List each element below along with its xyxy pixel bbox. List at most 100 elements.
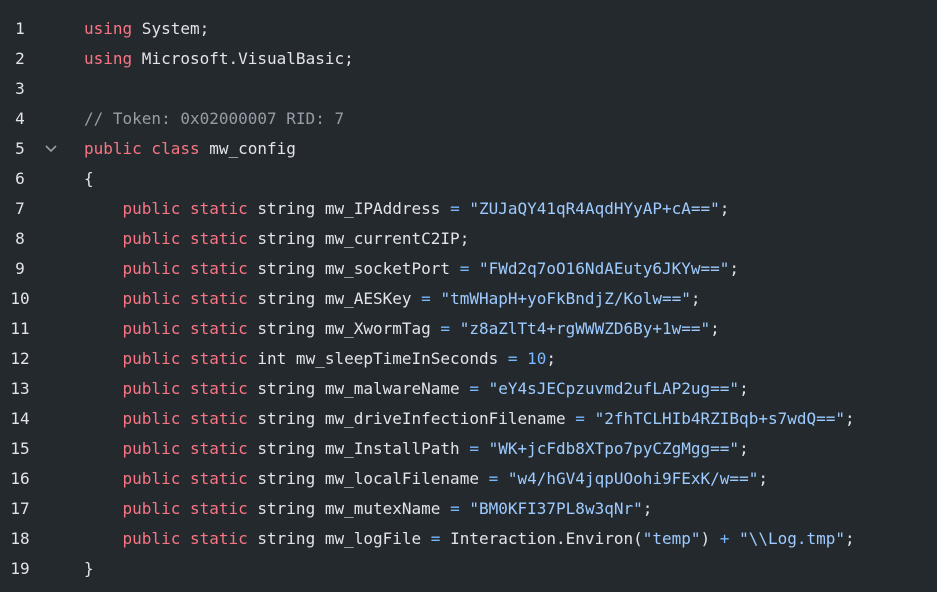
code-text: public static string mw_logFile = Intera…	[84, 524, 855, 554]
code-token: "z8aZlTt4+rgWWWZD6By+1w=="	[459, 319, 711, 338]
code-token: string mw_mutexName	[247, 499, 451, 518]
line-number: 3	[15, 79, 25, 98]
code-token: "w4/hGV4jqpUOohi9FExK/w=="	[507, 469, 759, 488]
code-text: public class mw_config	[84, 134, 296, 164]
code-token: public static	[122, 349, 248, 368]
code-token: ;	[719, 199, 730, 218]
code-token: "BM0KFI37PL8w3qNr"	[469, 499, 643, 518]
code-token: string mw_logFile	[247, 529, 431, 548]
code-token: public static	[122, 259, 248, 278]
code-token: "WK+jcFdb8XTpo7pyCZgMgg=="	[488, 439, 740, 458]
line-number: 2	[15, 49, 25, 68]
code-token: "temp"	[642, 529, 701, 548]
code-token: public static	[122, 289, 248, 308]
code-text: public static string mw_localFilename = …	[84, 464, 768, 494]
code-token: string mw_IPAddress	[247, 199, 451, 218]
code-token: "2fhTCLHIb4RZIBqb+s7wdQ=="	[594, 409, 846, 428]
line-number: 7	[15, 199, 25, 218]
code-token: mw_config	[199, 139, 296, 158]
code-text: public static string mw_IPAddress = "ZUJ…	[84, 194, 730, 224]
line-number: 4	[15, 109, 25, 128]
code-line: 12 public static int mw_sleepTimeInSecon…	[0, 344, 937, 374]
line-number: 1	[15, 19, 25, 38]
code-token: System;	[132, 19, 210, 38]
code-token: =	[459, 259, 470, 278]
code-line: 18 public static string mw_logFile = Int…	[0, 524, 937, 554]
code-text: public static string mw_mutexName = "BM0…	[84, 494, 653, 524]
line-number: 12	[10, 349, 30, 368]
code-token: =	[450, 199, 460, 218]
code-text: using System;	[84, 14, 209, 44]
code-editor: 1 using System; 2 using Microsoft.VisualBas…	[0, 0, 937, 592]
code-token: public class	[84, 139, 200, 158]
code-token: =	[430, 529, 441, 548]
code-token: public static	[122, 199, 248, 218]
line-number: 17	[10, 499, 30, 518]
code-text: public static string mw_socketPort = "FW…	[84, 254, 740, 284]
code-text: public static string mw_driveInfectionFi…	[84, 404, 855, 434]
code-token: =	[575, 409, 585, 428]
code-token: "\\Log.tmp"	[739, 529, 846, 548]
code-token: public static	[122, 409, 248, 428]
code-token: }	[84, 559, 94, 578]
code-line: 17 public static string mw_mutexName = "…	[0, 494, 937, 524]
code-token: "FWd2q7oO16NdAEuty6JKYw=="	[478, 259, 730, 278]
code-line: 15 public static string mw_InstallPath =…	[0, 434, 937, 464]
code-token: string mw_malwareName	[247, 379, 470, 398]
code-token: ;	[546, 349, 557, 368]
chevron-down-icon[interactable]	[44, 134, 64, 164]
code-token: string mw_driveInfectionFilename	[247, 409, 576, 428]
line-number: 19	[10, 559, 30, 578]
code-token: string mw_XwormTag	[247, 319, 441, 338]
code-token: public static	[122, 229, 248, 248]
code-token: =	[469, 439, 479, 458]
code-text: }	[84, 554, 94, 584]
code-token: =	[440, 319, 451, 338]
code-line: 7 public static string mw_IPAddress = "Z…	[0, 194, 937, 224]
line-number: 8	[15, 229, 25, 248]
code-token: string mw_socketPort	[247, 259, 460, 278]
code-text: {	[84, 164, 94, 194]
code-text: public static string mw_AESKey = "tmWHap…	[84, 284, 701, 314]
code-token: using	[84, 49, 133, 68]
code-text: public static int mw_sleepTimeInSeconds …	[84, 344, 557, 374]
code-line: 11 public static string mw_XwormTag = "z…	[0, 314, 937, 344]
code-token: ;	[758, 469, 768, 488]
line-number: 16	[10, 469, 30, 488]
code-token: ;	[845, 409, 855, 428]
line-number: 6	[15, 169, 25, 188]
code-token: ;	[845, 529, 855, 548]
code-line: 9 public static string mw_socketPort = "…	[0, 254, 937, 284]
code-line: 3	[0, 74, 937, 104]
code-line: 10 public static string mw_AESKey = "tmW…	[0, 284, 937, 314]
code-token: using	[84, 19, 133, 38]
code-token: =	[507, 349, 518, 368]
code-line: 2 using Microsoft.VisualBasic;	[0, 44, 937, 74]
code-line: 19}	[0, 554, 937, 584]
code-token: ;	[739, 439, 749, 458]
code-text: using Microsoft.VisualBasic;	[84, 44, 354, 74]
code-text: public static string mw_XwormTag = "z8aZ…	[84, 314, 720, 344]
code-token: 10	[527, 349, 547, 368]
code-text: public static string mw_malwareName = "e…	[84, 374, 749, 404]
code-line: 8 public static string mw_currentC2IP;	[0, 224, 937, 254]
code-token: public static	[122, 439, 248, 458]
code-token: =	[469, 379, 479, 398]
code-token: )	[700, 529, 720, 548]
code-token: public static	[122, 529, 248, 548]
code-token: ;	[710, 319, 720, 338]
code-text: public static string mw_InstallPath = "W…	[84, 434, 749, 464]
